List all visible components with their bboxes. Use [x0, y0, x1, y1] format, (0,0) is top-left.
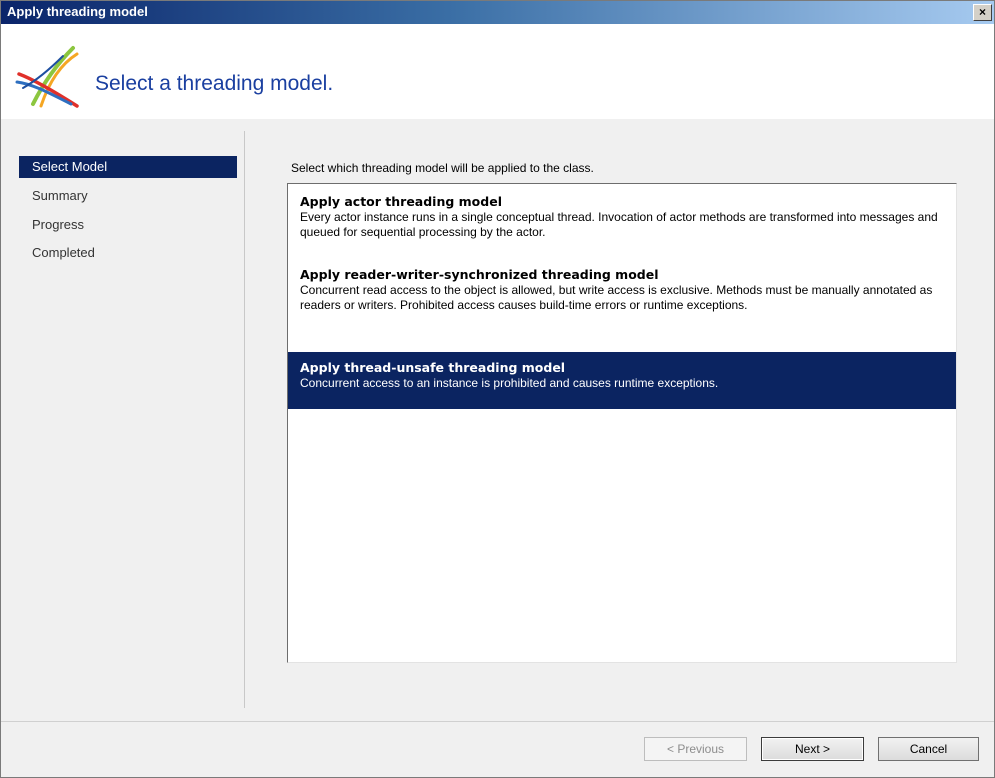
- option-thread-unsafe-threading-model[interactable]: Apply thread-unsafe threading model Conc…: [288, 352, 956, 409]
- wizard-header: Select a threading model.: [1, 24, 994, 119]
- instruction-text: Select which threading model will be app…: [291, 161, 594, 175]
- window-title: Apply threading model: [7, 4, 148, 19]
- close-icon: ×: [978, 5, 986, 19]
- threading-model-list[interactable]: Apply actor threading model Every actor …: [287, 183, 957, 663]
- dialog-window: Apply threading model × Select a threadi…: [0, 0, 995, 778]
- title-bar[interactable]: Apply threading model ×: [1, 1, 994, 24]
- close-button[interactable]: ×: [973, 4, 992, 21]
- sidebar-item-progress[interactable]: Progress: [19, 214, 237, 236]
- sidebar-item-completed[interactable]: Completed: [19, 242, 237, 264]
- cancel-button[interactable]: Cancel: [878, 737, 979, 761]
- threading-wizard-logo-icon: [15, 46, 79, 108]
- next-button[interactable]: Next >: [761, 737, 864, 761]
- sidebar-item-label: Select Model: [32, 159, 108, 174]
- sidebar-divider: [244, 131, 245, 708]
- option-title: Apply reader-writer-synchronized threadi…: [300, 267, 659, 282]
- sidebar-item-label: Progress: [32, 217, 85, 232]
- sidebar-item-label: Completed: [32, 245, 95, 260]
- option-description: Concurrent read access to the object is …: [300, 283, 933, 312]
- option-title: Apply thread-unsafe threading model: [300, 360, 566, 375]
- option-description: Every actor instance runs in a single co…: [300, 210, 938, 239]
- wizard-steps-sidebar: Select Model Summary Progress Completed: [1, 119, 244, 721]
- option-reader-writer-threading-model[interactable]: Apply reader-writer-synchronized threadi…: [288, 267, 956, 347]
- option-title: Apply actor threading model: [300, 194, 502, 209]
- sidebar-item-select-model[interactable]: Select Model: [19, 156, 237, 178]
- sidebar-item-label: Summary: [32, 188, 88, 203]
- sidebar-item-summary[interactable]: Summary: [19, 185, 237, 207]
- option-actor-threading-model[interactable]: Apply actor threading model Every actor …: [288, 194, 956, 254]
- page-title: Select a threading model.: [95, 72, 334, 95]
- option-description: Concurrent access to an instance is proh…: [300, 376, 719, 390]
- previous-button[interactable]: < Previous: [644, 737, 747, 761]
